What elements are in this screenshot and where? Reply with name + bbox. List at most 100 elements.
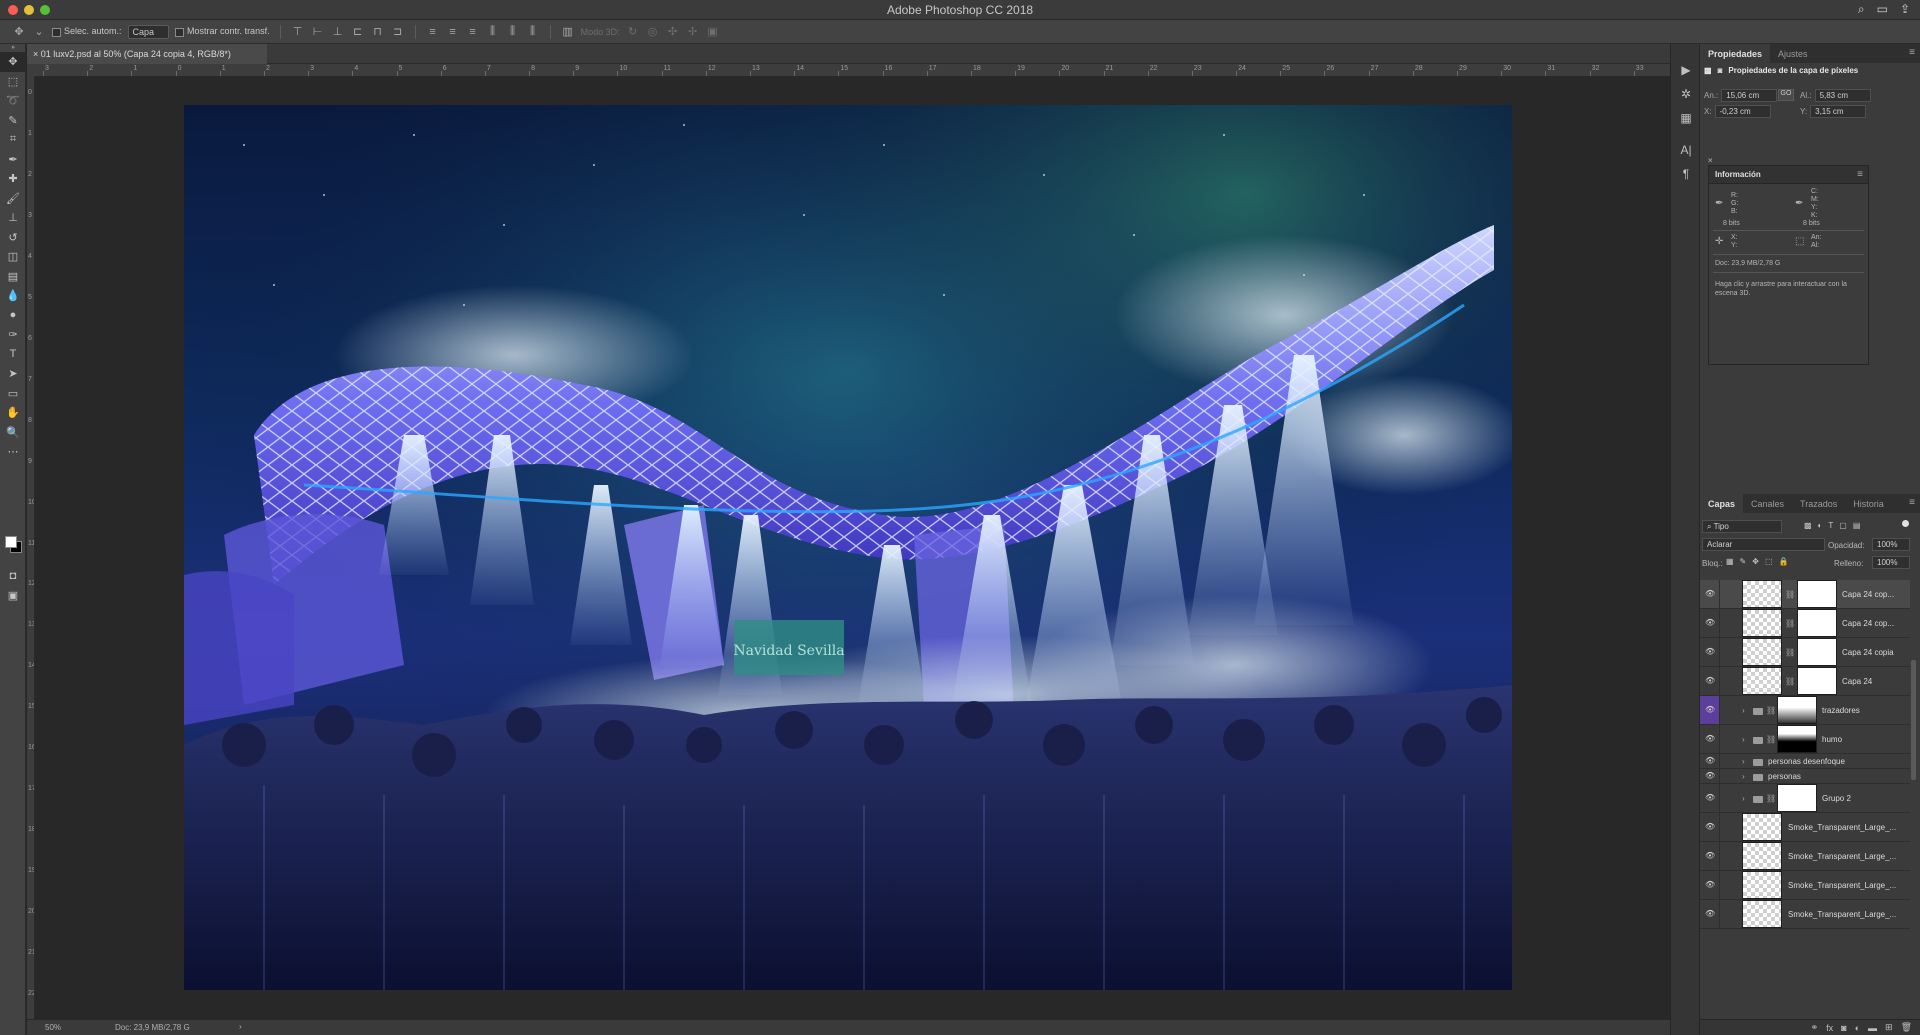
link-layers-icon[interactable]: ⚭ (1811, 1022, 1819, 1033)
distribute-hcenter-icon[interactable]: ⫼ (506, 25, 520, 38)
distribute-left-icon[interactable]: ⫼ (486, 25, 500, 38)
roll-3d-icon[interactable]: ◎ (646, 25, 660, 38)
expand-group-icon[interactable]: › (1742, 757, 1745, 766)
align-right-icon[interactable]: ⊐ (391, 25, 405, 38)
eye-icon[interactable]: 👁 (1705, 880, 1715, 889)
layer-row[interactable]: 👁 Smoke_Transparent_Large_... (1700, 813, 1910, 842)
document-tab[interactable]: × 01 luxv2.psd al 50% (Capa 24 copia 4, … (27, 44, 267, 64)
status-menu-arrow-icon[interactable]: › (239, 1022, 242, 1031)
vertical-ruler[interactable]: 012345678910111213141516171819202122 (27, 77, 35, 1019)
show-transform-checkbox[interactable]: Mostrar contr. transf. (175, 26, 270, 37)
mask-link-icon[interactable]: ⛓ (1785, 590, 1795, 599)
align-vcenter-icon[interactable]: ⊢ (311, 25, 325, 38)
lasso-tool-icon[interactable]: ➰ (0, 91, 26, 111)
auto-select-dropdown[interactable]: Capa (127, 24, 170, 39)
play-actions-icon[interactable]: ▶ (1671, 58, 1701, 82)
eye-icon[interactable]: 👁 (1705, 909, 1715, 918)
add-mask-icon[interactable]: ◙ (1841, 1023, 1846, 1033)
share-icon[interactable]: ⇪ (1900, 2, 1910, 17)
marquee-tool-icon[interactable]: ⬚ (0, 72, 26, 92)
layer-mask-thumbnail[interactable] (1797, 638, 1837, 666)
layer-style-icon[interactable]: fx (1826, 1023, 1833, 1033)
paragraph-icon[interactable]: ¶ (1671, 162, 1701, 186)
eye-icon[interactable]: 👁 (1705, 734, 1715, 743)
quick-select-tool-icon[interactable]: ✎ (0, 111, 26, 131)
layer-row[interactable]: 👁 Smoke_Transparent_Large_... (1700, 842, 1910, 871)
crop-tool-icon[interactable]: ⌗ (0, 130, 26, 150)
group-mask-thumbnail[interactable] (1777, 784, 1817, 812)
fill-input[interactable]: 100% (1872, 556, 1910, 569)
layer-row[interactable]: 👁 ⛓ Capa 24 copia (1700, 638, 1910, 667)
mask-link-icon[interactable]: ⛓ (1766, 735, 1776, 744)
distribute-right-icon[interactable]: ⫼ (526, 25, 540, 38)
filter-icons[interactable]: ▩◐T▢▤ (1804, 521, 1866, 530)
mask-link-icon[interactable]: ⛓ (1766, 706, 1776, 715)
scale-3d-icon[interactable]: ▣ (706, 25, 720, 38)
search-icon[interactable]: ⌕ (1858, 2, 1865, 17)
distribute-bottom-icon[interactable]: ≡ (466, 26, 480, 38)
layer-row[interactable]: 👁 › personas (1700, 769, 1910, 784)
layer-thumbnail[interactable] (1742, 900, 1782, 928)
eye-icon[interactable]: 👁 (1705, 589, 1715, 598)
move-tool-icon[interactable]: ✥ (0, 52, 26, 72)
eye-icon[interactable]: 👁 (1705, 822, 1715, 831)
eraser-tool-icon[interactable]: ◫ (0, 247, 26, 267)
layer-row[interactable]: 👁 ⛓ Capa 24 cop... (1700, 580, 1910, 609)
link-dimensions-button[interactable]: GO (1778, 89, 1794, 101)
layer-row[interactable]: 👁 › ⛓ trazadores (1700, 696, 1910, 725)
eye-icon[interactable]: 👁 (1705, 793, 1715, 802)
distribute-top-icon[interactable]: ≡ (426, 26, 440, 38)
layer-thumbnail[interactable] (1742, 667, 1782, 695)
tab-history[interactable]: Historia (1845, 494, 1892, 513)
eye-icon[interactable]: 👁 (1705, 647, 1715, 656)
swatches-icon[interactable]: ▦ (1671, 106, 1701, 130)
layer-row[interactable]: 👁 ⛓ Capa 24 (1700, 667, 1910, 696)
lock-icons[interactable]: ▦✎✥⬚🔒 (1726, 557, 1794, 566)
new-group-icon[interactable]: ▬ (1868, 1023, 1877, 1033)
mask-link-icon[interactable]: ⛓ (1766, 794, 1776, 803)
tab-paths[interactable]: Trazados (1792, 494, 1845, 513)
layers-scrollbar[interactable] (1911, 660, 1916, 780)
layer-mask-thumbnail[interactable] (1797, 667, 1837, 695)
panel-menu-icon[interactable]: ≡ (1909, 47, 1915, 58)
eye-icon[interactable]: 👁 (1705, 851, 1715, 860)
healing-brush-tool-icon[interactable]: ✚ (0, 169, 26, 189)
rectangle-tool-icon[interactable]: ▭ (0, 384, 26, 404)
filter-toggle-icon[interactable] (1902, 520, 1909, 527)
pen-tool-icon[interactable]: ✑ (0, 325, 26, 345)
eye-icon[interactable]: 👁 (1705, 676, 1715, 685)
layers-menu-icon[interactable]: ≡ (1909, 497, 1915, 508)
layer-thumbnail[interactable] (1742, 580, 1782, 608)
pan-3d-icon[interactable]: ✣ (666, 25, 680, 38)
close-tab-icon[interactable]: × (33, 49, 38, 59)
auto-select-checkbox[interactable]: Selec. autom.: (52, 26, 122, 37)
zoom-level[interactable]: 50% (45, 1023, 61, 1032)
layer-thumbnail[interactable] (1742, 638, 1782, 666)
workspace-icon[interactable]: ▭ (1877, 2, 1888, 17)
history-brush-tool-icon[interactable]: ↺ (0, 228, 26, 248)
layer-thumbnail[interactable] (1742, 609, 1782, 637)
mask-link-icon[interactable]: ⛓ (1785, 619, 1795, 628)
eyedropper-tool-icon[interactable]: ✒ (0, 150, 26, 170)
canvas-area[interactable]: Navidad Sevilla (35, 78, 1670, 1018)
layer-filter-dropdown[interactable]: ⌕ Tipo (1702, 520, 1782, 533)
layer-row[interactable]: 👁 › ⛓ Grupo 2 (1700, 784, 1910, 813)
edit-toolbar-icon[interactable]: ⋯ (0, 442, 26, 462)
layer-row[interactable]: 👁 Smoke_Transparent_Large_... (1700, 871, 1910, 900)
layer-thumbnail[interactable] (1742, 871, 1782, 899)
layer-row[interactable]: 👁 › personas desenfoque (1700, 754, 1910, 769)
eye-icon[interactable]: 👁 (1705, 705, 1715, 714)
layer-thumbnail[interactable] (1742, 842, 1782, 870)
y-input[interactable]: 3,15 cm (1810, 105, 1867, 118)
expand-group-icon[interactable]: › (1742, 794, 1745, 803)
dodge-tool-icon[interactable]: ● (0, 306, 26, 326)
character-icon[interactable]: A| (1671, 138, 1701, 162)
tab-properties[interactable]: Propiedades (1700, 44, 1771, 63)
doc-size-info[interactable]: Doc: 23,9 MB/2,78 G (115, 1023, 190, 1032)
tab-layers[interactable]: Capas (1700, 494, 1744, 513)
brush-tool-icon[interactable]: 🖌 (0, 189, 26, 209)
eye-icon[interactable]: 👁 (1705, 756, 1715, 765)
adjustment-layer-icon[interactable]: ◐ (1855, 1023, 1860, 1033)
type-tool-icon[interactable]: T (0, 345, 26, 365)
blend-mode-dropdown[interactable]: Aclarar (1702, 538, 1825, 551)
